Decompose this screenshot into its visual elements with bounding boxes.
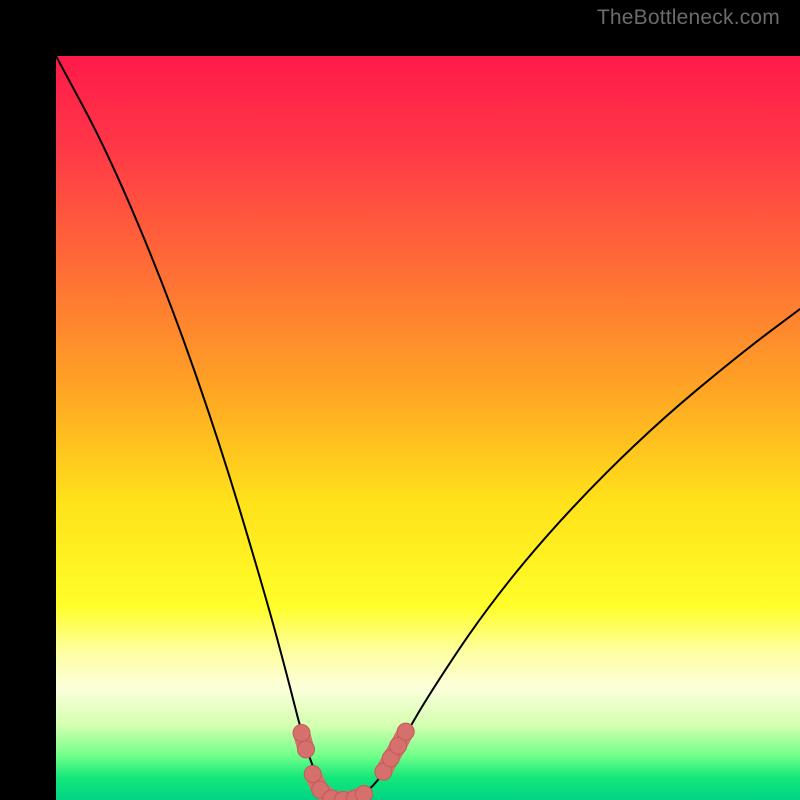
highlight-point <box>304 766 321 783</box>
chart-frame <box>0 0 800 800</box>
highlight-point <box>293 725 310 742</box>
highlight-point <box>397 723 414 740</box>
highlight-point <box>356 786 373 800</box>
watermark-text: TheBottleneck.com <box>597 6 780 30</box>
plot-area <box>56 56 800 800</box>
highlight-point <box>298 741 315 758</box>
bottleneck-curve <box>56 56 800 800</box>
